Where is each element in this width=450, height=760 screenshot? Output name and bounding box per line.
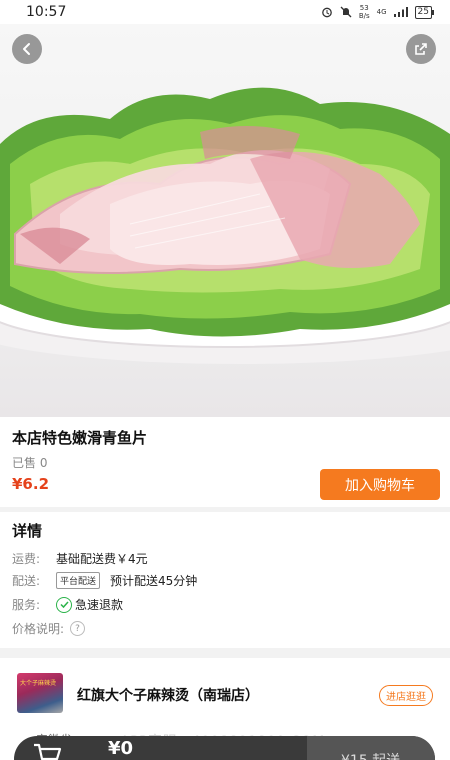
battery-indicator: 25 [414, 5, 435, 19]
delivery-row: 配送: 平台配送 预计配送45分钟 [12, 572, 197, 589]
price-note-row[interactable]: 价格说明: ? [12, 620, 86, 637]
product-image [0, 24, 450, 417]
delivery-value: 预计配送45分钟 [110, 574, 198, 588]
shipping-label: 运费: [12, 552, 41, 566]
product-name: 本店特色嫩滑青鱼片 [12, 429, 148, 447]
visit-store-button[interactable]: 进店逛逛 [379, 685, 433, 706]
service-label: 服务: [12, 598, 41, 612]
network-type: 4G [376, 8, 387, 16]
delivery-tag: 平台配送 [56, 572, 101, 589]
shipping-value: 基础配送费￥4元 [56, 552, 148, 566]
signal-icon [393, 7, 408, 17]
product-info-card: 本店特色嫩滑青鱼片 已售 0 ¥6.2 加入购物车 [0, 417, 450, 507]
check-circle-icon [56, 596, 72, 613]
store-logo-text: 大个子麻辣烫 [20, 680, 57, 687]
price-note-label: 价格说明: [12, 622, 65, 636]
store-logo: 大个子麻辣烫 [17, 673, 63, 713]
alarm-icon [321, 7, 332, 18]
details-title: 详情 [12, 522, 43, 540]
sold-count: 已售 0 [12, 456, 48, 470]
store-name: 红旗大个子麻辣烫（南瑞店） [77, 688, 259, 704]
speed-value: 53 [359, 4, 369, 12]
add-to-cart-button[interactable]: 加入购物车 [320, 469, 440, 500]
shipping-row: 运费: 基础配送费￥4元 [12, 550, 148, 567]
share-button[interactable] [406, 34, 436, 64]
network-speed: 53 B/s [359, 4, 370, 20]
cart-icon[interactable] [32, 742, 62, 760]
share-icon [415, 43, 427, 55]
service-row: 服务: 急速退款 [12, 596, 123, 613]
delivery-label: 配送: [12, 574, 41, 588]
question-icon[interactable]: ? [70, 621, 86, 636]
cart-bar: ¥0 ¥15 起送 [14, 736, 435, 760]
back-icon [23, 43, 30, 55]
details-section: 详情 运费: 基础配送费￥4元 配送: 平台配送 预计配送45分钟 服务: 急速… [0, 512, 450, 648]
cart-total: ¥0 [108, 738, 134, 759]
mute-icon [340, 6, 352, 18]
back-button[interactable] [12, 34, 42, 64]
speed-unit: B/s [358, 12, 370, 20]
status-icons: 53 B/s 4G 25 [321, 4, 435, 20]
fish-slices-illustration [0, 87, 450, 364]
status-bar: 10:57 53 B/s 4G 25 [0, 0, 450, 24]
product-price: ¥6.2 [12, 475, 50, 493]
status-time: 10:57 [26, 4, 67, 20]
service-value: 急速退款 [75, 598, 124, 612]
checkout-button[interactable]: ¥15 起送 [307, 736, 435, 760]
